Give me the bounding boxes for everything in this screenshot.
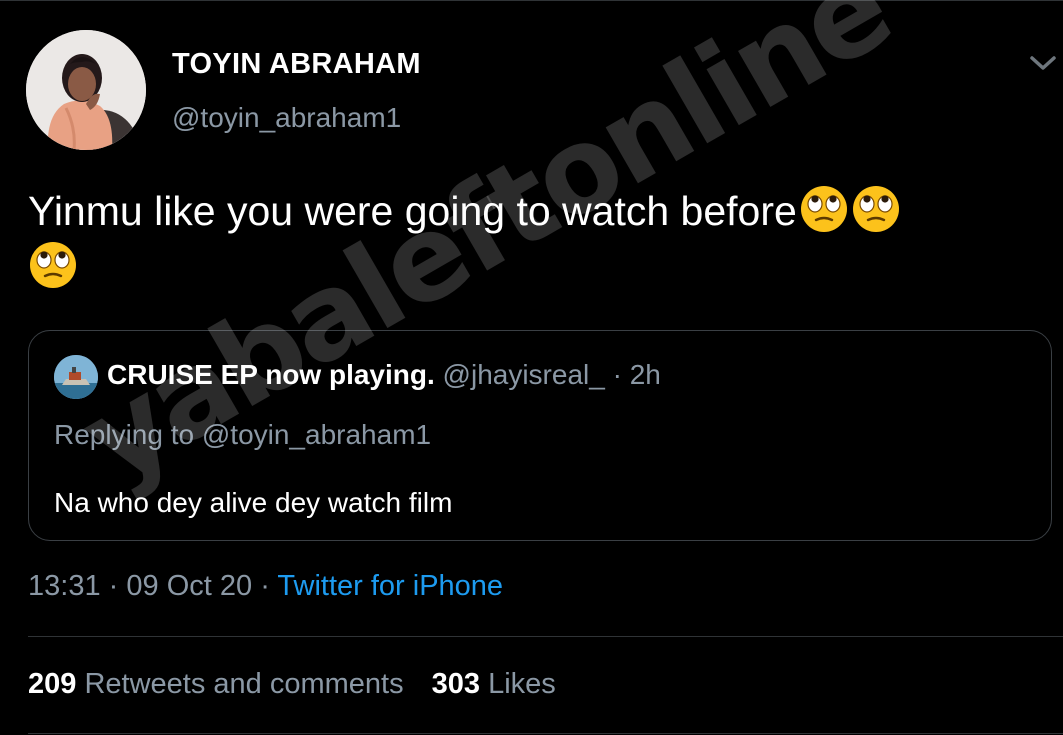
- likes-stat[interactable]: 303 Likes: [432, 668, 556, 700]
- quoted-author-avatar[interactable]: [54, 355, 98, 399]
- likes-count: 303: [431, 668, 480, 700]
- tweet-date: 09 Oct 20: [126, 570, 253, 602]
- stats-divider-top: [28, 636, 1063, 637]
- stats-divider-bottom: [28, 733, 1063, 734]
- rolling-eyes-emoji-icon: [28, 240, 78, 290]
- retweets-count: 209: [28, 668, 77, 700]
- tweet-meta: 13:31 · 09 Oct 20 · Twitter for iPhone: [28, 570, 503, 603]
- rolling-eyes-emoji-icon: [851, 184, 901, 234]
- quoted-tweet-card[interactable]: CRUISE EP now playing. @jhayisreal_ · 2h…: [28, 330, 1052, 541]
- top-divider: [0, 0, 1063, 1]
- quoted-tweet-text: Na who dey alive dey watch film: [54, 487, 453, 518]
- replying-to-label: Replying to @toyin_abraham1: [54, 419, 432, 450]
- tweet-text-content: Yinmu like you were going to watch befor…: [28, 188, 797, 234]
- retweets-label: Retweets and comments: [84, 668, 404, 700]
- author-handle[interactable]: @toyin_abraham1: [172, 102, 401, 134]
- tweet-source-link[interactable]: Twitter for iPhone: [277, 570, 503, 602]
- quoted-timestamp: 2h: [629, 359, 661, 390]
- tweet-stats: 209 Retweets and comments 303 Likes: [28, 668, 556, 701]
- chevron-down-icon[interactable]: [1026, 48, 1060, 78]
- quoted-header: CRUISE EP now playing. @jhayisreal_ · 2h: [107, 359, 661, 391]
- tweet-time: 13:31: [28, 570, 101, 602]
- meta-separator: ·: [260, 570, 270, 602]
- author-name[interactable]: TOYIN ABRAHAM: [172, 48, 421, 81]
- quoted-author-name[interactable]: CRUISE EP now playing.: [107, 359, 435, 390]
- author-avatar[interactable]: [26, 30, 146, 150]
- rolling-eyes-emoji-icon: [799, 184, 849, 234]
- likes-label: Likes: [488, 668, 556, 700]
- quoted-author-handle[interactable]: @jhayisreal_: [443, 359, 605, 390]
- tweet-text: Yinmu like you were going to watch befor…: [28, 183, 1038, 295]
- meta-separator: ·: [108, 570, 119, 602]
- quoted-separator: ·: [612, 359, 622, 390]
- retweets-stat[interactable]: 209 Retweets and comments: [28, 668, 404, 700]
